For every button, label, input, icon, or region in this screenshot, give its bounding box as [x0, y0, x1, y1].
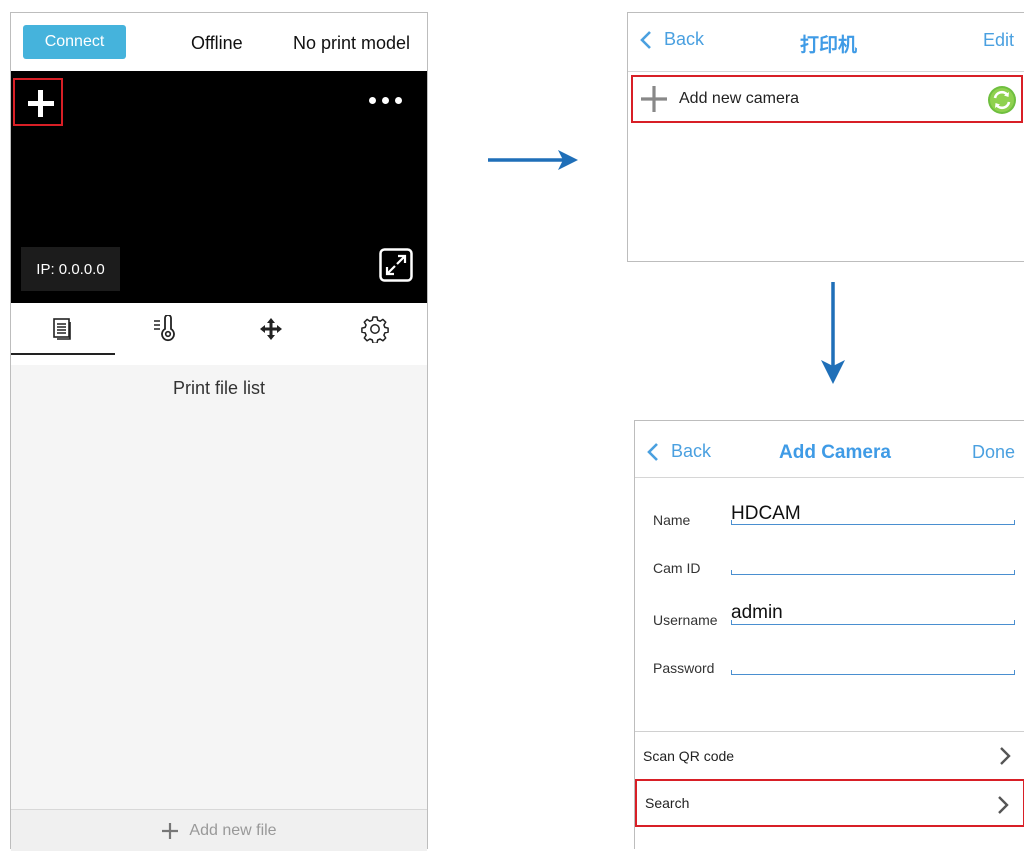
- arrow-right-icon: [488, 150, 578, 170]
- nav-bar: Back Add Camera Done: [635, 421, 1024, 478]
- more-options-icon[interactable]: [369, 97, 402, 104]
- camera-view: IP: 0.0.0.0: [11, 71, 427, 303]
- ip-address-label: IP: 0.0.0.0: [21, 247, 120, 291]
- tab-file-list[interactable]: [11, 303, 115, 355]
- chevron-left-icon: [640, 30, 651, 49]
- connection-status: Offline: [191, 33, 243, 53]
- cam-id-field[interactable]: Cam ID: [635, 549, 1024, 595]
- add-new-camera-label: Add new camera: [679, 90, 800, 107]
- active-tab-indicator: [11, 353, 115, 355]
- top-bar: Connect Offline No print model: [11, 13, 427, 71]
- print-file-list[interactable]: [11, 411, 427, 811]
- file-list-icon: [53, 318, 71, 340]
- password-label: Password: [653, 660, 715, 676]
- move-icon: [260, 318, 282, 340]
- username-label: Username: [653, 612, 718, 628]
- name-input[interactable]: HDCAM: [731, 503, 801, 525]
- printer-app-main-screen: Connect Offline No print model IP: 0.0.0…: [10, 12, 428, 851]
- add-new-file-label: Add new file: [189, 821, 277, 839]
- plus-icon: [641, 86, 667, 112]
- temperature-icon: [154, 315, 175, 342]
- printer-screen: Back 打印机 Edit Add new camera: [627, 12, 1024, 262]
- page-title: 打印机: [800, 35, 858, 56]
- name-field[interactable]: Name HDCAM: [635, 497, 1024, 543]
- tab-temperature[interactable]: [115, 303, 219, 355]
- scan-qr-code-row[interactable]: Scan QR code: [635, 731, 1024, 780]
- gear-icon: [361, 316, 389, 343]
- back-label: Back: [671, 441, 712, 461]
- tab-move[interactable]: [219, 303, 323, 355]
- back-label: Back: [664, 29, 705, 49]
- print-file-list-title: Print file list: [11, 365, 427, 412]
- add-new-file-button[interactable]: Add new file: [11, 809, 427, 851]
- search-row[interactable]: Search: [635, 779, 1024, 827]
- refresh-icon[interactable]: [987, 85, 1017, 115]
- cam-id-label: Cam ID: [653, 560, 701, 576]
- edit-button[interactable]: Edit: [983, 30, 1014, 51]
- scan-qr-code-label: Scan QR code: [643, 748, 735, 764]
- name-label: Name: [653, 512, 691, 528]
- page-title: Add Camera: [779, 442, 891, 463]
- chevron-right-icon: [1000, 747, 1011, 765]
- arrow-down-icon: [821, 282, 845, 384]
- password-field[interactable]: Password: [635, 649, 1024, 695]
- nav-bar: Back 打印机 Edit: [628, 13, 1024, 72]
- username-field[interactable]: Username admin: [635, 599, 1024, 645]
- search-label: Search: [645, 795, 690, 811]
- print-model-label: No print model: [293, 33, 411, 53]
- tab-settings[interactable]: [323, 303, 427, 355]
- plus-icon: [162, 822, 179, 839]
- add-new-camera-row[interactable]: Add new camera: [631, 75, 1023, 123]
- done-button[interactable]: Done: [972, 442, 1015, 463]
- fullscreen-icon[interactable]: [379, 248, 413, 282]
- chevron-right-icon: [998, 796, 1009, 814]
- back-button[interactable]: Back: [640, 29, 704, 50]
- back-button[interactable]: Back: [647, 441, 711, 462]
- add-camera-screen: Back Add Camera Done Name HDCAM Cam ID U…: [634, 420, 1024, 849]
- connect-button[interactable]: Connect: [23, 25, 126, 59]
- chevron-left-icon: [647, 442, 658, 461]
- add-camera-button[interactable]: [13, 78, 63, 126]
- username-input[interactable]: admin: [731, 602, 783, 624]
